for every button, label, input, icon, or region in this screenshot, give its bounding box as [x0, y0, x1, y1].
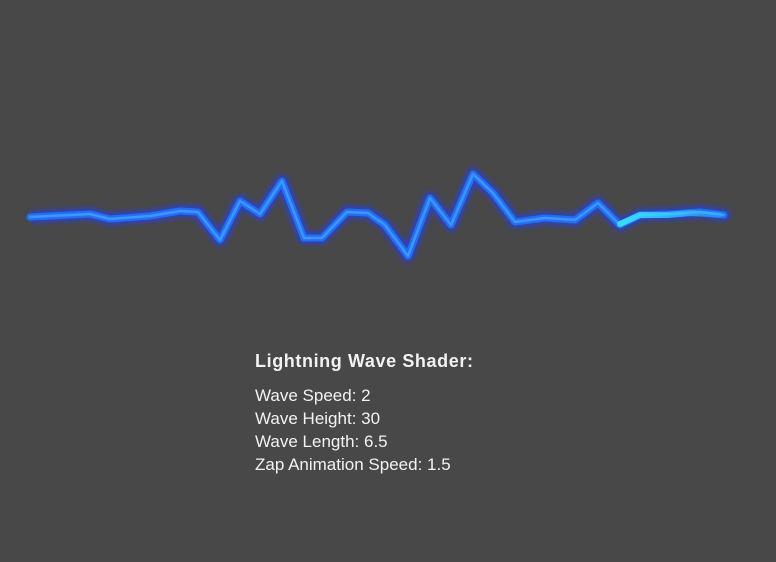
param-wave-height: Wave Height: 30 — [255, 409, 381, 428]
param-value: 30 — [361, 409, 381, 428]
param-wave-speed: Wave Speed: 2 — [255, 386, 371, 405]
shader-preview-canvas: Lightning Wave Shader: Wave Speed: 2 Wav… — [0, 0, 776, 562]
param-zap-animation-speed: Zap Animation Speed: 1.5 — [255, 455, 451, 474]
param-label: Wave Height — [255, 409, 352, 428]
param-label: Zap Animation Speed — [255, 455, 418, 474]
param-value: 2 — [361, 386, 371, 405]
param-label: Wave Length — [255, 432, 355, 451]
param-value: 1.5 — [427, 455, 451, 474]
lightning-wave — [26, 167, 731, 263]
param-value: 6.5 — [364, 432, 388, 451]
shader-info-panel: Lightning Wave Shader: Wave Speed: 2 Wav… — [255, 350, 474, 476]
param-wave-length: Wave Length: 6.5 — [255, 432, 388, 451]
param-label: Wave Speed — [255, 386, 352, 405]
panel-title: Lightning Wave Shader: — [255, 351, 474, 371]
